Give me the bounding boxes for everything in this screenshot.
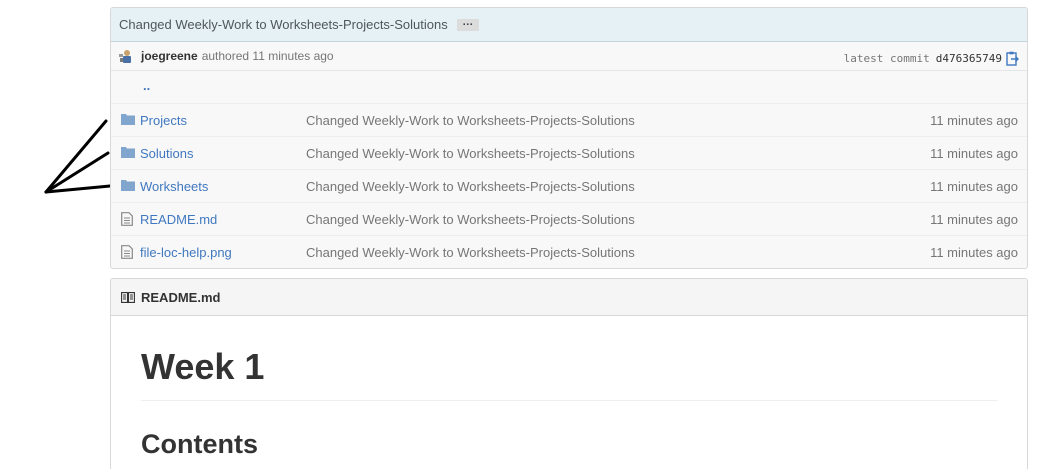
commit-sha[interactable]: d476365749 xyxy=(936,52,1002,65)
readme-heading-1: Week 1 xyxy=(141,346,997,401)
file-commit-message[interactable]: Changed Weekly-Work to Worksheets-Projec… xyxy=(306,245,635,260)
file-age: 11 minutes ago xyxy=(930,211,1018,227)
file-age: 11 minutes ago xyxy=(930,178,1018,194)
file-name-link[interactable]: Solutions xyxy=(140,146,193,161)
commit-meta: joegreene authored 11 minutes ago latest… xyxy=(111,42,1027,71)
book-icon xyxy=(121,291,135,303)
readme-header: README.md xyxy=(111,279,1027,316)
repository-page: Changed Weekly-Work to Worksheets-Projec… xyxy=(0,0,1040,469)
file-list: .. Projects Changed Weekly-Work to Works… xyxy=(111,71,1027,268)
file-age: 11 minutes ago xyxy=(930,145,1018,161)
avatar[interactable] xyxy=(118,48,134,64)
readme-box: README.md Week 1 Contents xyxy=(110,278,1028,469)
latest-commit-label: latest commit xyxy=(843,51,930,65)
file-name-link[interactable]: README.md xyxy=(140,212,217,227)
folder-icon xyxy=(121,179,135,193)
hand-drawn-arrow-icon xyxy=(44,119,112,194)
file-listing: Changed Weekly-Work to Worksheets-Projec… xyxy=(110,7,1028,269)
readme-heading-2: Contents xyxy=(141,429,258,459)
up-tree-row: .. xyxy=(111,71,1027,103)
latest-commit: latest commit d476365749 xyxy=(844,47,1019,66)
commit-message[interactable]: Changed Weekly-Work to Worksheets-Projec… xyxy=(119,17,448,32)
file-row: Worksheets Changed Weekly-Work to Worksh… xyxy=(111,169,1027,202)
file-commit-message[interactable]: Changed Weekly-Work to Worksheets-Projec… xyxy=(306,113,635,128)
file-age: 11 minutes ago xyxy=(930,112,1018,128)
file-name-link[interactable]: Worksheets xyxy=(140,179,208,194)
file-text-icon xyxy=(121,245,135,259)
file-row: Projects Changed Weekly-Work to Workshee… xyxy=(111,103,1027,136)
folder-icon xyxy=(121,113,135,127)
clipboard-icon[interactable] xyxy=(1006,51,1019,66)
file-name-link[interactable]: Projects xyxy=(140,113,187,128)
commit-author[interactable]: joegreene xyxy=(141,49,198,63)
file-row: Solutions Changed Weekly-Work to Workshe… xyxy=(111,136,1027,169)
file-age: 11 minutes ago xyxy=(930,244,1018,260)
commit-tease: Changed Weekly-Work to Worksheets-Projec… xyxy=(111,8,1027,42)
authored-word: authored xyxy=(201,49,250,63)
file-text-icon xyxy=(121,212,135,226)
file-name-link[interactable]: file-loc-help.png xyxy=(140,245,232,260)
authored-time: 11 minutes ago xyxy=(252,49,334,63)
file-commit-message[interactable]: Changed Weekly-Work to Worksheets-Projec… xyxy=(306,179,635,194)
readme-content: Week 1 Contents xyxy=(111,346,1027,461)
file-row: file-loc-help.png Changed Weekly-Work to… xyxy=(111,235,1027,268)
authored-label: authored 11 minutes ago xyxy=(202,49,334,63)
file-commit-message[interactable]: Changed Weekly-Work to Worksheets-Projec… xyxy=(306,146,635,161)
folder-icon xyxy=(121,146,135,160)
file-row: README.md Changed Weekly-Work to Workshe… xyxy=(111,202,1027,235)
readme-filename: README.md xyxy=(141,289,221,305)
file-commit-message[interactable]: Changed Weekly-Work to Worksheets-Projec… xyxy=(306,212,635,227)
parent-directory-link[interactable]: .. xyxy=(143,78,150,93)
expand-commit-button[interactable]: … xyxy=(456,16,479,31)
